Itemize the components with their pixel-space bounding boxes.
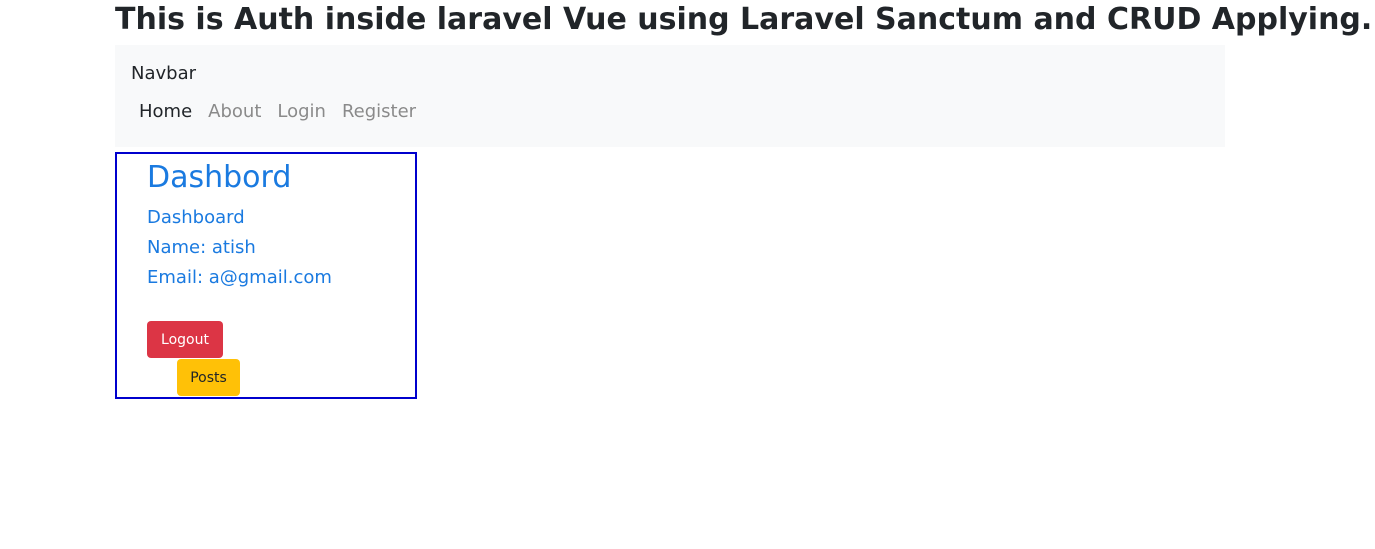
user-name: Name: atish xyxy=(147,237,256,258)
nav-link-register[interactable]: Register xyxy=(342,99,416,125)
nav-link-home[interactable]: Home xyxy=(139,99,192,125)
page-title: This is Auth inside laravel Vue using La… xyxy=(115,2,1373,37)
navbar: Navbar Home About Login Register xyxy=(115,45,1225,147)
nav-links: Home About Login Register xyxy=(139,99,432,125)
posts-button[interactable]: Posts xyxy=(177,359,240,396)
nav-link-login[interactable]: Login xyxy=(277,99,326,125)
dashboard-heading: Dashbord xyxy=(147,160,292,195)
user-email: Email: a@gmail.com xyxy=(147,267,332,288)
logout-button[interactable]: Logout xyxy=(147,321,223,358)
navbar-brand[interactable]: Navbar xyxy=(131,61,196,87)
nav-link-about[interactable]: About xyxy=(208,99,261,125)
dashboard-subtitle: Dashboard xyxy=(147,207,245,228)
dashboard-card: Dashbord Dashboard Name: atish Email: a@… xyxy=(115,152,417,399)
